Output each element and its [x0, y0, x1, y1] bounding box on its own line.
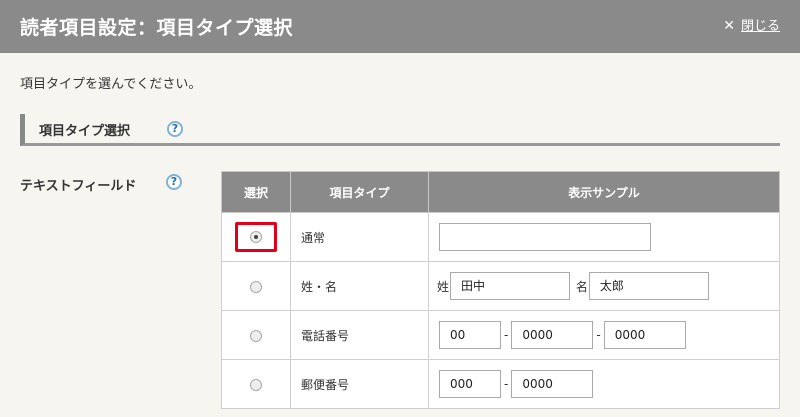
sample-input-phone-2: 0000: [511, 321, 594, 349]
sample-input-postal-2: 0000: [511, 370, 594, 398]
instruction-text: 項目タイプを選んでください。: [20, 77, 202, 92]
column-header-select: 選択: [221, 171, 291, 213]
table-row: 通常: [221, 212, 780, 262]
section-title: 項目タイプ選択: [39, 124, 131, 139]
title-bar: 読者項目設定：項目タイプ選択 ✕ 閉じる: [0, 0, 800, 53]
table-header-row: 選択 項目タイプ 表示サンプル: [221, 171, 780, 213]
sample-cell: 姓田中 名太郎: [428, 261, 780, 311]
select-cell: [221, 261, 291, 311]
close-button[interactable]: ✕ 閉じる: [723, 15, 780, 34]
close-link[interactable]: 閉じる: [741, 19, 780, 34]
table-row: 電話番号 00-0000-0000: [221, 310, 780, 360]
separator: -: [596, 328, 601, 342]
page-title: 読者項目設定：項目タイプ選択: [20, 17, 294, 39]
radio-name[interactable]: [250, 280, 262, 293]
item-type-table: 選択 項目タイプ 表示サンプル 通常 姓・名 姓田中 名太郎 電話番号 00 -…: [221, 171, 780, 409]
close-icon[interactable]: ✕: [723, 18, 735, 34]
table-row: 姓・名 姓田中 名太郎: [221, 261, 780, 311]
sample-cell: [428, 212, 780, 262]
type-label: 姓・名: [290, 261, 429, 311]
sample-input-given-name: 太郎: [588, 272, 709, 300]
sample-input-surname: 田中: [450, 272, 571, 300]
select-cell: [221, 359, 291, 409]
given-name-prefix: 名: [575, 279, 588, 294]
type-label: 電話番号: [290, 310, 429, 360]
surname-prefix: 姓: [437, 279, 450, 294]
select-cell: [221, 212, 291, 262]
table-row: 郵便番号 000-0000: [221, 359, 780, 409]
sample-input-normal: [439, 223, 651, 251]
separator: -: [504, 328, 509, 342]
radio-normal[interactable]: [250, 231, 262, 243]
column-header-sample: 表示サンプル: [428, 171, 780, 213]
sample-input-phone-1: 00: [439, 321, 501, 349]
select-cell: [221, 310, 291, 360]
selection-highlight: [235, 222, 277, 252]
help-icon[interactable]: ?: [166, 174, 182, 190]
sample-cell: 000-0000: [428, 359, 780, 409]
help-icon[interactable]: ?: [167, 121, 183, 137]
type-label: 通常: [290, 212, 429, 262]
section-header: 項目タイプ選択 ?: [20, 114, 780, 146]
type-label: 郵便番号: [290, 359, 429, 409]
sample-input-phone-3: 0000: [603, 321, 686, 349]
column-header-type: 項目タイプ: [290, 171, 429, 213]
sample-cell: 00-0000-0000: [428, 310, 780, 360]
sample-input-postal-1: 000: [439, 370, 501, 398]
field-label-text: テキストフィールド: [20, 179, 137, 194]
radio-postal[interactable]: [250, 378, 262, 391]
separator: -: [504, 377, 509, 391]
radio-phone[interactable]: [250, 329, 262, 342]
field-label: テキストフィールド ?: [20, 174, 182, 194]
